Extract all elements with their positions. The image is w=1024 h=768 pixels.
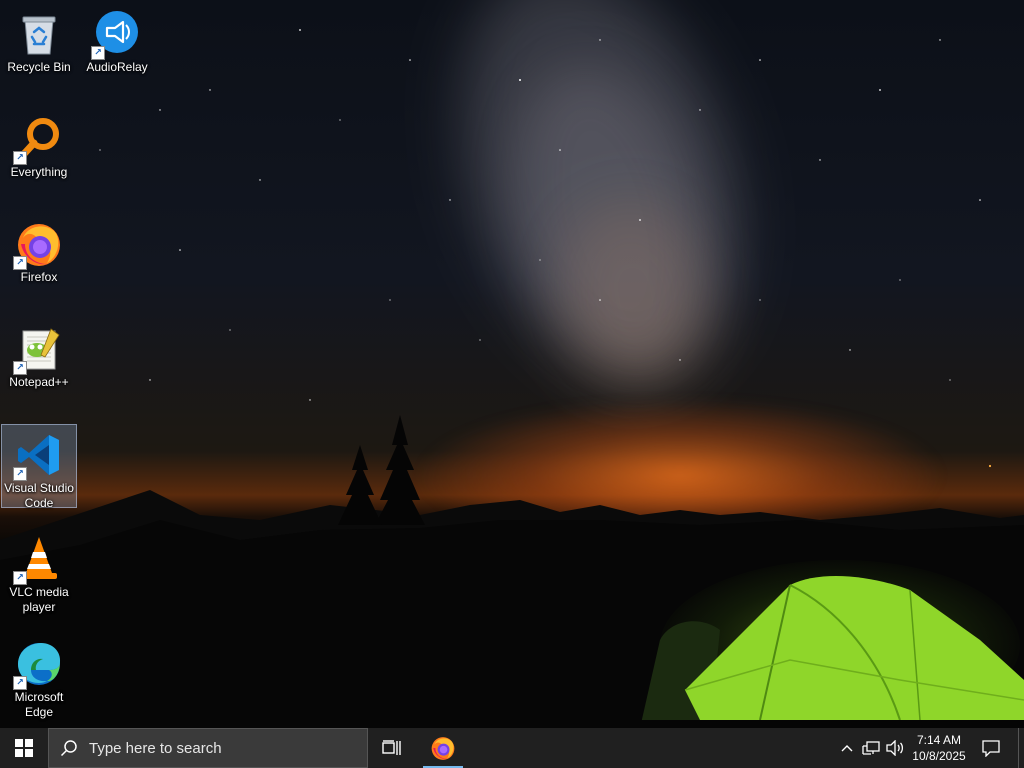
shortcut-arrow-icon: ↗ [91, 46, 105, 60]
desktop-icon-vlc[interactable]: ↗ VLC media player [1, 529, 77, 614]
desktop-icon-label: Recycle Bin [7, 60, 71, 74]
desktop-icon-vscode[interactable]: ↗ Visual Studio Code [1, 424, 77, 510]
notepad-plus-plus-icon: ↗ [13, 325, 63, 375]
vlc-icon: ↗ [13, 535, 63, 585]
desktop-wallpaper [0, 0, 1024, 728]
clock-date: 10/8/2025 [912, 749, 966, 763]
volume-button[interactable] [884, 728, 906, 768]
shortcut-arrow-icon: ↗ [13, 467, 27, 481]
windows-logo-icon [15, 739, 33, 757]
desktop-icon-recycle-bin[interactable]: Recycle Bin [1, 4, 77, 78]
vscode-icon: ↗ [13, 431, 63, 481]
recycle-bin-icon [15, 10, 63, 58]
notification-icon [982, 740, 1000, 757]
task-view-icon [382, 740, 401, 755]
network-icon [862, 741, 880, 755]
desktop-icon-label: Everything [10, 165, 68, 179]
start-button[interactable] [0, 728, 48, 768]
taskbar: Type here to search 7:14 AM 10/8/2025 [0, 728, 1024, 768]
network-button[interactable] [860, 728, 882, 768]
chevron-up-icon [841, 745, 853, 752]
desktop-icon-firefox[interactable]: ↗ Firefox [1, 214, 77, 288]
desktop-icon-everything[interactable]: ↗ Everything [1, 109, 77, 183]
desktop-icon-label: Firefox [20, 270, 58, 284]
desktop-icon-audiorelay[interactable]: ↗ AudioRelay [79, 4, 155, 78]
desktop-icon-notepad-plus-plus[interactable]: ↗ Notepad++ [1, 319, 77, 393]
desktop-icon-label: Notepad++ [9, 375, 69, 389]
shortcut-arrow-icon: ↗ [13, 151, 27, 165]
action-center-button[interactable] [976, 728, 1006, 768]
desktop-icon-label: Visual Studio Code [4, 481, 74, 510]
desktop-icon-label: AudioRelay [86, 60, 148, 74]
show-hidden-icons-button[interactable] [838, 728, 856, 768]
speaker-icon [886, 740, 904, 756]
search-placeholder: Type here to search [89, 739, 222, 757]
shortcut-arrow-icon: ↗ [13, 256, 27, 270]
taskbar-search-box[interactable]: Type here to search [48, 728, 368, 768]
task-view-button[interactable] [372, 728, 412, 768]
firefox-icon [431, 737, 455, 760]
desktop-icon-label: VLC media player [9, 585, 69, 614]
taskbar-firefox-button[interactable] [423, 728, 463, 768]
desktop-icon-label: Microsoft Edge [14, 690, 64, 719]
desktop-icon-edge[interactable]: ↗ Microsoft Edge [1, 634, 77, 719]
search-icon [49, 739, 89, 757]
edge-icon: ↗ [13, 640, 63, 690]
audiorelay-icon: ↗ [91, 10, 141, 60]
show-desktop-button[interactable] [1018, 728, 1024, 768]
shortcut-arrow-icon: ↗ [13, 571, 27, 585]
firefox-icon: ↗ [13, 220, 63, 270]
taskbar-clock[interactable]: 7:14 AM 10/8/2025 [906, 728, 972, 768]
everything-search-icon: ↗ [13, 115, 63, 165]
tent-illustration [640, 575, 1024, 728]
shortcut-arrow-icon: ↗ [13, 361, 27, 375]
shortcut-arrow-icon: ↗ [13, 676, 27, 690]
clock-time: 7:14 AM [916, 733, 962, 747]
